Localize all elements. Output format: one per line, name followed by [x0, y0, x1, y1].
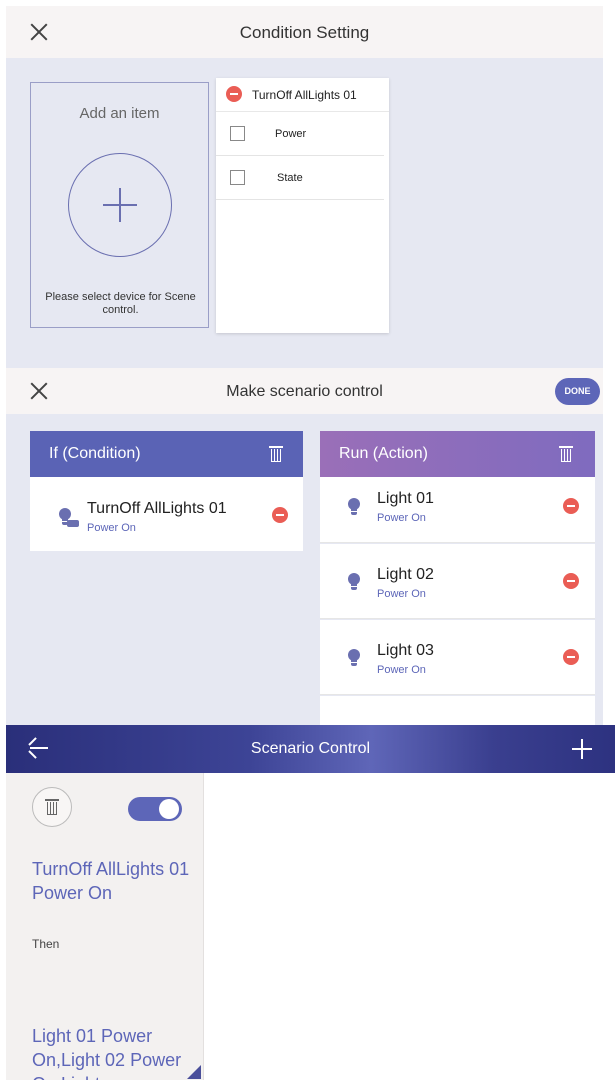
then-label: Then	[32, 937, 60, 951]
device-badge-icon	[67, 520, 79, 527]
plus-icon[interactable]	[572, 739, 592, 759]
condition-column-header: If (Condition)	[30, 431, 303, 477]
scenario-toggle[interactable]	[128, 797, 182, 821]
action-item[interactable]: Light 02 Power On	[320, 544, 595, 619]
action-column-header: Run (Action)	[320, 431, 595, 477]
condition-item[interactable]: TurnOff AllLights 01 Power On	[30, 477, 303, 551]
trash-icon[interactable]	[559, 446, 573, 462]
add-item-card[interactable]: Add an item Please select device for Sce…	[30, 82, 209, 328]
action-item-state: Power On	[377, 664, 426, 676]
condition-column-title: If (Condition)	[49, 445, 141, 462]
scenario-control-screen: Scenario Control TurnOff AllLights 01 Po…	[6, 725, 615, 1080]
trash-icon[interactable]	[269, 446, 283, 462]
bulb-icon	[348, 573, 360, 591]
scenario-control-header: Scenario Control	[6, 725, 615, 773]
option-row-state[interactable]: State	[216, 156, 384, 200]
condition-setting-header: Condition Setting	[6, 6, 603, 58]
corner-indicator-icon	[187, 1065, 201, 1079]
trash-icon	[45, 799, 59, 815]
action-item-name: Light 03	[377, 642, 434, 659]
remove-icon[interactable]	[563, 649, 579, 665]
condition-setting-body: Add an item Please select device for Sce…	[6, 58, 603, 368]
device-option-list: TurnOff AllLights 01 Power State	[216, 78, 389, 333]
action-item-state: Power On	[377, 588, 426, 600]
bulb-icon	[348, 498, 360, 516]
make-scenario-header: Make scenario control DONE	[6, 368, 603, 414]
add-item-title: Add an item	[79, 105, 160, 122]
checkbox-icon[interactable]	[230, 170, 245, 185]
scenario-card[interactable]: TurnOff AllLights 01 Power On Then Light…	[6, 773, 204, 1080]
remove-icon[interactable]	[272, 507, 288, 523]
bulb-icon	[348, 649, 360, 667]
condition-item-state: Power On	[87, 522, 136, 534]
action-column-title: Run (Action)	[339, 445, 428, 462]
option-row-power[interactable]: Power	[216, 112, 384, 156]
page-title: Scenario Control	[250, 740, 371, 757]
action-item-state: Power On	[377, 512, 426, 524]
remove-icon[interactable]	[226, 86, 242, 102]
done-button[interactable]: DONE	[555, 378, 600, 405]
option-label: State	[277, 172, 303, 184]
page-title: Condition Setting	[239, 23, 370, 42]
page-title: Make scenario control	[226, 383, 383, 400]
action-item[interactable]: Light 01 Power On	[320, 477, 595, 543]
scenario-action-text: Light 01 Power On,Light 02 Power On,Ligh…	[32, 1026, 182, 1080]
toggle-knob	[159, 799, 179, 819]
action-item[interactable]: Light 03 Power On	[320, 620, 595, 695]
remove-icon[interactable]	[563, 498, 579, 514]
action-item-partial[interactable]	[320, 696, 595, 725]
action-item-name: Light 01	[377, 490, 434, 507]
scenario-condition-text: TurnOff AllLights 01 Power On	[32, 859, 190, 903]
make-scenario-screen: Make scenario control DONE If (Condition…	[6, 368, 603, 725]
condition-setting-screen: Condition Setting Add an item Please sel…	[6, 6, 603, 368]
device-name: TurnOff AllLights 01	[252, 88, 357, 102]
add-item-hint: Please select device for Scene control.	[45, 291, 196, 316]
option-label: Power	[275, 128, 307, 140]
device-header: TurnOff AllLights 01	[216, 78, 389, 112]
checkbox-icon[interactable]	[230, 126, 245, 141]
add-icon[interactable]	[68, 153, 172, 257]
remove-icon[interactable]	[563, 573, 579, 589]
action-item-name: Light 02	[377, 566, 434, 583]
condition-item-name: TurnOff AllLights 01	[87, 500, 227, 517]
delete-button[interactable]	[32, 787, 72, 827]
